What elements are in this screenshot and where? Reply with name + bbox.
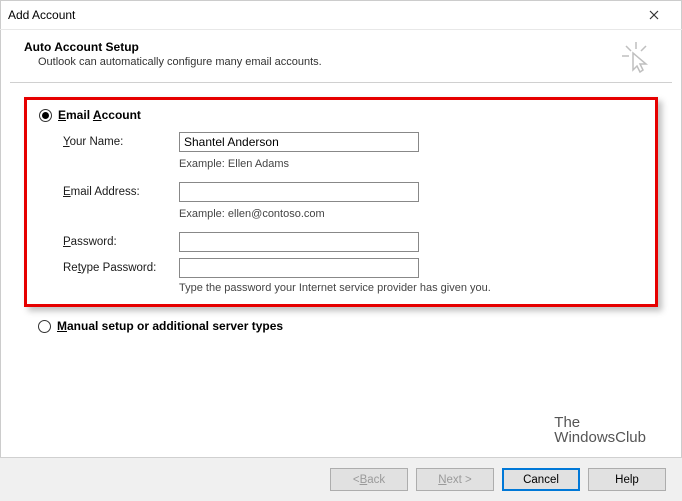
watermark-line1: The bbox=[554, 415, 646, 430]
header-subtitle: Outlook can automatically configure many… bbox=[24, 56, 658, 68]
dialog-title: Add Account bbox=[8, 8, 634, 22]
next-button: Next > bbox=[416, 468, 494, 491]
your-name-input[interactable] bbox=[179, 132, 419, 152]
watermark: The WindowsClub bbox=[554, 415, 646, 445]
email-label: Email Address: bbox=[63, 186, 173, 198]
header-block: Auto Account Setup Outlook can automatic… bbox=[0, 30, 682, 78]
password-input[interactable] bbox=[179, 232, 419, 252]
watermark-line2: WindowsClub bbox=[554, 430, 646, 445]
add-account-dialog: Add Account Auto Account Setup Outlook c… bbox=[0, 0, 682, 501]
radio-manual-setup-label: Manual setup or additional server types bbox=[57, 319, 283, 333]
cursor-click-icon bbox=[618, 40, 654, 79]
radio-email-account[interactable]: Email Account bbox=[39, 108, 643, 122]
cancel-button[interactable]: Cancel bbox=[502, 468, 580, 491]
close-icon bbox=[649, 10, 659, 20]
back-button: < Back bbox=[330, 468, 408, 491]
titlebar: Add Account bbox=[0, 0, 682, 30]
email-input[interactable] bbox=[179, 182, 419, 202]
your-name-label: Your Name: bbox=[63, 136, 173, 148]
radio-email-account-label: Email Account bbox=[58, 108, 141, 122]
button-bar: < Back Next > Cancel Help bbox=[0, 457, 682, 501]
your-name-hint: Example: Ellen Adams bbox=[179, 158, 419, 170]
help-button[interactable]: Help bbox=[588, 468, 666, 491]
radio-icon bbox=[39, 109, 52, 122]
close-button[interactable] bbox=[634, 1, 674, 29]
header-title: Auto Account Setup bbox=[24, 40, 658, 54]
retype-password-input[interactable] bbox=[179, 258, 419, 278]
retype-password-label: Retype Password: bbox=[63, 262, 173, 274]
password-hint: Type the password your Internet service … bbox=[179, 282, 643, 294]
body-area: Email Account Your Name: Example: Ellen … bbox=[0, 83, 682, 333]
email-hint: Example: ellen@contoso.com bbox=[179, 208, 419, 220]
radio-manual-setup[interactable]: Manual setup or additional server types bbox=[38, 319, 658, 333]
form-grid: Your Name: Example: Ellen Adams Email Ad… bbox=[63, 132, 643, 278]
radio-icon bbox=[38, 320, 51, 333]
password-label: Password: bbox=[63, 236, 173, 248]
email-account-section: Email Account Your Name: Example: Ellen … bbox=[24, 97, 658, 307]
